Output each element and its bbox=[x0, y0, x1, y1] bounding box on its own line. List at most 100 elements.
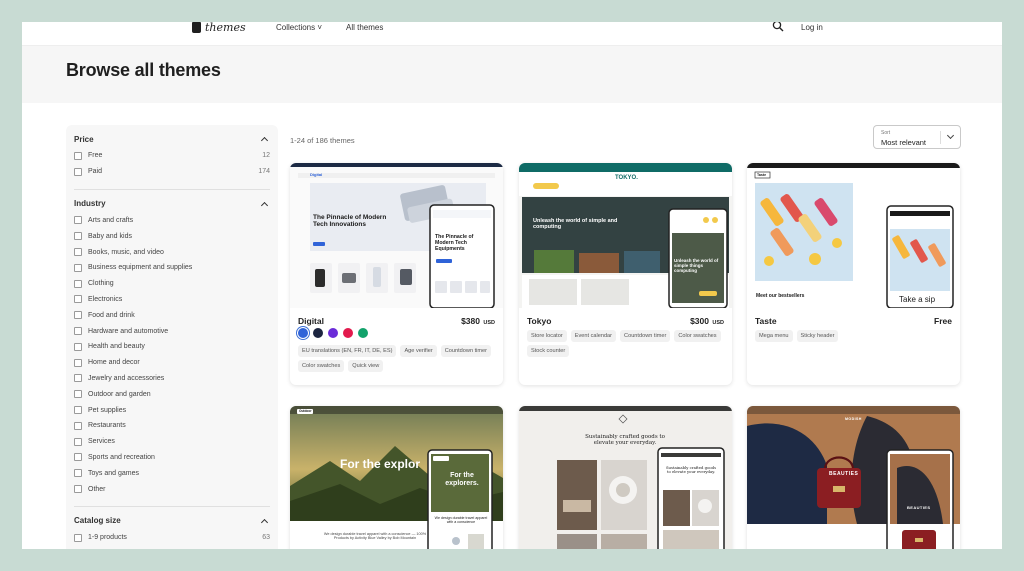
checkbox[interactable] bbox=[74, 232, 82, 241]
filter-option[interactable]: Hardware and automotive bbox=[74, 323, 270, 339]
filter-option[interactable]: Electronics bbox=[74, 292, 270, 308]
checkbox[interactable] bbox=[74, 216, 82, 225]
filter-option-free[interactable]: Free 12 bbox=[74, 148, 270, 164]
theme-preview-image[interactable]: For the explor For the explorers. We des… bbox=[290, 406, 503, 549]
theme-card-crafted-goods[interactable]: Sustainably crafted goods to elevate you… bbox=[519, 406, 732, 549]
theme-preview-image[interactable]: Unleash the world of simple and computin… bbox=[519, 163, 732, 308]
checkbox[interactable] bbox=[74, 151, 82, 160]
theme-preview-image[interactable]: Meet our bestsellers Take a sip Taste bbox=[747, 163, 960, 308]
theme-card-digital[interactable]: The Pinnacle of Modern Tech Innovations … bbox=[290, 163, 503, 385]
checkbox[interactable] bbox=[74, 327, 82, 336]
filter-option[interactable]: Baby and kids bbox=[74, 228, 270, 244]
filter-option-label: Other bbox=[88, 485, 106, 493]
feature-tags: Store locator Event calendar Countdown t… bbox=[527, 330, 724, 358]
industry-filter-title: Industry bbox=[74, 199, 106, 209]
theme-card-taste[interactable]: Meet our bestsellers Take a sip Taste Ta… bbox=[747, 163, 960, 385]
filter-option[interactable]: Arts and crafts bbox=[74, 213, 270, 229]
checkbox[interactable] bbox=[74, 453, 82, 462]
feature-tags: Mega menu Sticky header bbox=[755, 330, 952, 343]
checkbox[interactable] bbox=[74, 485, 82, 494]
divider bbox=[940, 131, 941, 144]
sort-select[interactable]: Sort Most relevant bbox=[873, 125, 961, 149]
filter-option-count: 12 bbox=[262, 152, 270, 160]
theme-name[interactable]: Taste bbox=[755, 316, 777, 326]
theme-card-tokyo[interactable]: Unleash the world of simple and computin… bbox=[519, 163, 732, 385]
checkbox[interactable] bbox=[74, 390, 82, 399]
filter-option[interactable]: Jewelry and accessories bbox=[74, 371, 270, 387]
theme-name[interactable]: Digital bbox=[298, 316, 324, 326]
filter-option[interactable]: Pet supplies bbox=[74, 402, 270, 418]
nav-collections-menu[interactable]: Collections ˅ bbox=[276, 23, 322, 32]
checkbox[interactable] bbox=[74, 421, 82, 430]
sort-value: Most relevant bbox=[881, 138, 927, 147]
taste-preview-art bbox=[747, 163, 960, 308]
theme-card-fashion[interactable]: BEAUTIES BEAUTIES MODISH bbox=[747, 406, 960, 549]
filter-option-label: Free bbox=[88, 152, 103, 160]
industry-filter-list: Arts and crafts Baby and kids Books, mus… bbox=[74, 212, 270, 502]
filter-option[interactable]: Home and decor bbox=[74, 355, 270, 371]
filter-option-label: Clothing bbox=[88, 280, 114, 288]
filter-option-label: 1-9 products bbox=[88, 534, 127, 542]
filter-option-label: Pet supplies bbox=[88, 406, 127, 414]
checkbox[interactable] bbox=[74, 533, 82, 542]
checkbox[interactable] bbox=[74, 374, 82, 383]
filter-option[interactable]: Books, music, and video bbox=[74, 244, 270, 260]
color-swatch[interactable] bbox=[358, 328, 368, 338]
filter-option[interactable]: Business equipment and supplies bbox=[74, 260, 270, 276]
theme-name[interactable]: Tokyo bbox=[527, 316, 551, 326]
filter-option-label: Restaurants bbox=[88, 422, 126, 430]
checkbox[interactable] bbox=[74, 311, 82, 320]
feature-tag: EU translations (EN, FR, IT, DE, ES) bbox=[298, 345, 397, 358]
price-amount: Free bbox=[934, 316, 952, 326]
checkbox[interactable] bbox=[74, 342, 82, 351]
catalog-size-filter-toggle[interactable]: Catalog size bbox=[74, 513, 270, 529]
nav-all-themes[interactable]: All themes bbox=[346, 23, 383, 32]
theme-preview-image[interactable]: The Pinnacle of Modern Tech Innovations … bbox=[290, 163, 503, 308]
price-filter-toggle[interactable]: Price bbox=[74, 131, 270, 147]
filter-option-paid[interactable]: Paid 174 bbox=[74, 164, 270, 180]
divider bbox=[74, 188, 270, 190]
filter-option[interactable]: Health and beauty bbox=[74, 339, 270, 355]
checkbox[interactable] bbox=[74, 248, 82, 257]
filter-option[interactable]: Clothing bbox=[74, 276, 270, 292]
checkbox[interactable] bbox=[74, 279, 82, 288]
filter-option[interactable]: Restaurants bbox=[74, 418, 270, 434]
checkbox[interactable] bbox=[74, 406, 82, 415]
color-swatch[interactable] bbox=[313, 328, 323, 338]
feature-tags: EU translations (EN, FR, IT, DE, ES) Age… bbox=[298, 345, 495, 373]
crafted-preview-art bbox=[519, 406, 732, 549]
checkbox[interactable] bbox=[74, 263, 82, 272]
checkbox[interactable] bbox=[74, 469, 82, 478]
filter-option[interactable]: Other bbox=[74, 481, 270, 497]
shopify-themes-logo[interactable]: themes bbox=[192, 22, 246, 34]
price-filter-list: Free 12 Paid 174 bbox=[74, 147, 270, 185]
checkbox[interactable] bbox=[74, 358, 82, 367]
theme-card-outdoor[interactable]: For the explor For the explorers. We des… bbox=[290, 406, 503, 549]
login-link[interactable]: Log in bbox=[801, 23, 823, 32]
chevron-down-icon bbox=[946, 131, 955, 140]
shopify-bag-icon bbox=[192, 22, 201, 33]
color-swatch[interactable] bbox=[298, 328, 308, 338]
preview-mobile-headline: The Pinnacle of Modern Tech Equipments bbox=[435, 234, 474, 252]
preview-caption: We design durable travel apparel with a … bbox=[323, 532, 427, 541]
filter-option[interactable]: Outdoor and garden bbox=[74, 386, 270, 402]
feature-tag: Event calendar bbox=[570, 330, 617, 343]
checkbox[interactable] bbox=[74, 437, 82, 446]
feature-tag: Color swatches bbox=[298, 360, 345, 373]
chevron-up-icon bbox=[260, 136, 269, 145]
search-icon[interactable] bbox=[772, 22, 784, 32]
color-swatch[interactable] bbox=[343, 328, 353, 338]
filter-option[interactable]: Services bbox=[74, 434, 270, 450]
checkbox[interactable] bbox=[74, 167, 82, 176]
filter-option[interactable]: Sports and recreation bbox=[74, 450, 270, 466]
filter-option[interactable]: Food and drink bbox=[74, 307, 270, 323]
theme-preview-image[interactable]: Sustainably crafted goods to elevate you… bbox=[519, 406, 732, 549]
color-swatch[interactable] bbox=[328, 328, 338, 338]
filter-option-label: Baby and kids bbox=[88, 232, 132, 240]
filter-option[interactable]: 1-9 products 63 bbox=[74, 530, 270, 546]
industry-filter-toggle[interactable]: Industry bbox=[74, 196, 270, 212]
top-navigation: themes Collections ˅ All themes Log in bbox=[22, 22, 1002, 46]
checkbox[interactable] bbox=[74, 295, 82, 304]
filter-option[interactable]: Toys and games bbox=[74, 465, 270, 481]
theme-preview-image[interactable]: BEAUTIES BEAUTIES MODISH bbox=[747, 406, 960, 549]
